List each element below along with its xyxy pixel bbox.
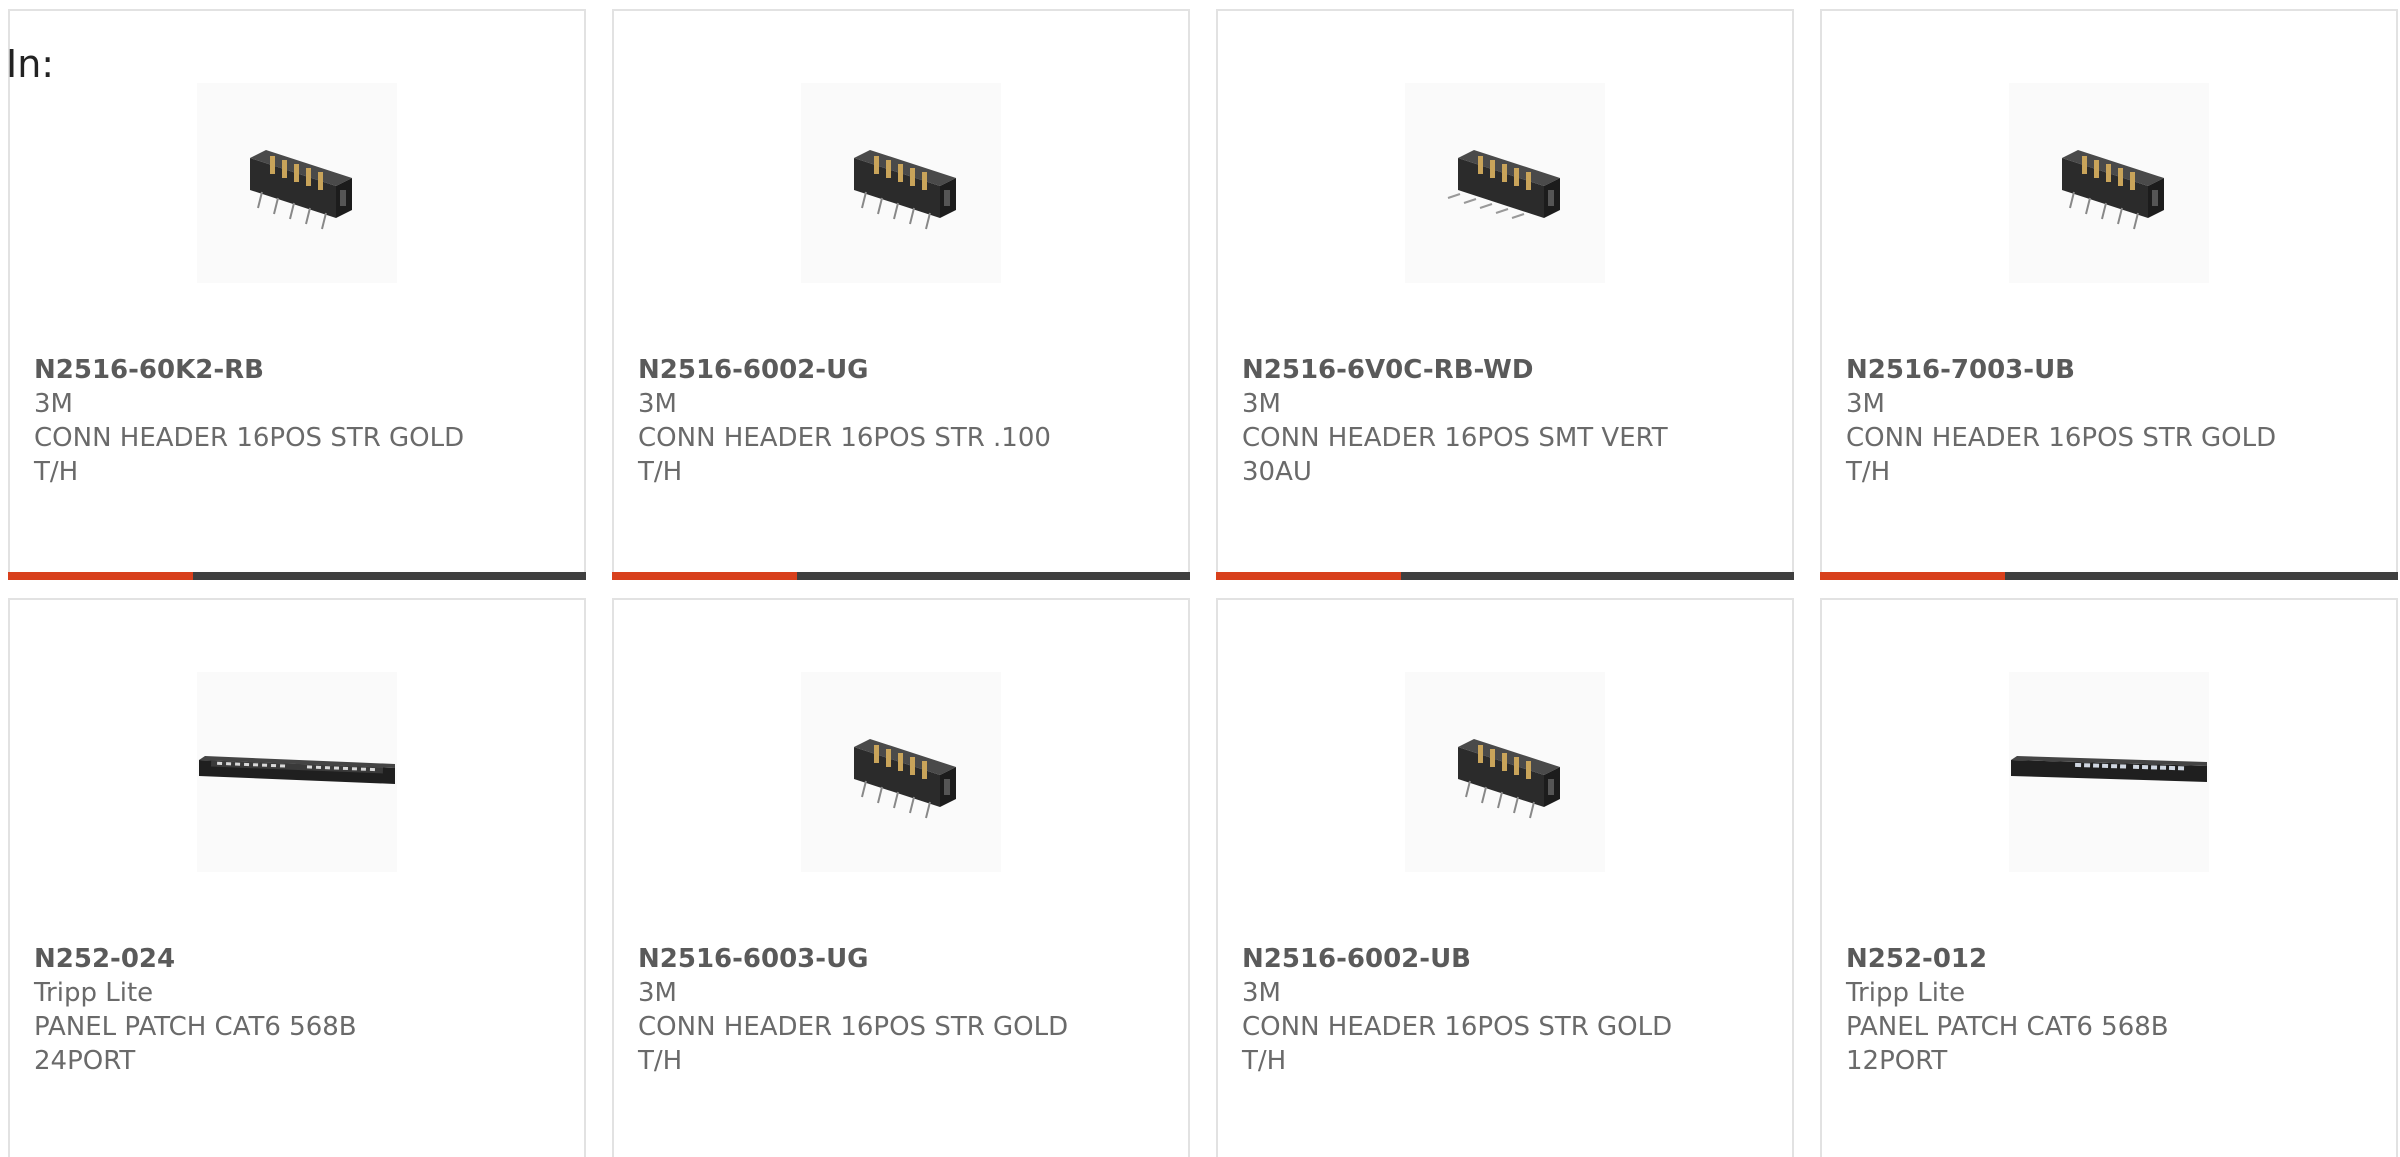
progress-fill bbox=[1820, 572, 2005, 580]
progress-bar bbox=[1820, 572, 2398, 580]
product-card[interactable]: N2516-6002-UG 3M CONN HEADER 16POS STR .… bbox=[612, 9, 1190, 580]
description-line-1: PANEL PATCH CAT6 568B bbox=[1846, 1012, 2169, 1042]
product-info: N2516-6003-UG 3M CONN HEADER 16POS STR G… bbox=[638, 942, 1138, 1078]
product-card[interactable]: N2516-6003-UG 3M CONN HEADER 16POS STR G… bbox=[612, 598, 1190, 1157]
manufacturer: 3M bbox=[1846, 389, 1885, 419]
manufacturer: 3M bbox=[1242, 389, 1281, 419]
product-card[interactable]: N2516-7003-UB 3M CONN HEADER 16POS STR G… bbox=[1820, 9, 2398, 580]
progress-bar bbox=[8, 572, 586, 580]
product-image[interactable] bbox=[2009, 672, 2209, 872]
description-line-2: 30AU bbox=[1242, 457, 1312, 487]
product-image[interactable] bbox=[1405, 672, 1605, 872]
progress-fill bbox=[612, 572, 797, 580]
patch-panel-icon bbox=[199, 756, 395, 784]
part-number[interactable]: N2516-7003-UB bbox=[1846, 353, 2346, 387]
product-info: N2516-6V0C-RB-WD 3M CONN HEADER 16POS SM… bbox=[1242, 353, 1742, 489]
part-number[interactable]: N2516-60K2-RB bbox=[34, 353, 534, 387]
description-line-1: CONN HEADER 16POS STR .100 bbox=[638, 423, 1051, 453]
patch-panel-icon bbox=[2011, 756, 2207, 782]
description-line-2: T/H bbox=[1846, 457, 1891, 487]
product-card[interactable]: N2516-60K2-RB 3M CONN HEADER 16POS STR G… bbox=[8, 9, 586, 580]
product-info: N2516-6002-UB 3M CONN HEADER 16POS STR G… bbox=[1242, 942, 1742, 1078]
manufacturer: 3M bbox=[638, 389, 677, 419]
manufacturer: 3M bbox=[34, 389, 73, 419]
product-info: N252-024 Tripp Lite PANEL PATCH CAT6 568… bbox=[34, 942, 534, 1078]
pin-header-icon bbox=[2062, 150, 2164, 230]
description-line-2: T/H bbox=[1242, 1046, 1287, 1076]
product-image[interactable] bbox=[197, 672, 397, 872]
product-info: N2516-60K2-RB 3M CONN HEADER 16POS STR G… bbox=[34, 353, 534, 489]
manufacturer: Tripp Lite bbox=[34, 978, 154, 1008]
part-number[interactable]: N2516-6002-UB bbox=[1242, 942, 1742, 976]
description-line-2: T/H bbox=[638, 457, 683, 487]
progress-bar bbox=[1216, 572, 1794, 580]
product-grid-page: In: N2516-60K2-RB 3M CONN HEADER 16POS S… bbox=[0, 0, 2400, 1157]
pin-header-icon bbox=[1458, 739, 1560, 819]
product-image[interactable] bbox=[801, 672, 1001, 872]
pin-header-icon bbox=[854, 150, 956, 230]
product-card[interactable]: N252-012 Tripp Lite PANEL PATCH CAT6 568… bbox=[1820, 598, 2398, 1157]
progress-fill bbox=[1216, 572, 1401, 580]
progress-bar bbox=[612, 572, 1190, 580]
product-card[interactable]: N252-024 Tripp Lite PANEL PATCH CAT6 568… bbox=[8, 598, 586, 1157]
filter-label: In: bbox=[6, 42, 55, 86]
part-number[interactable]: N2516-6V0C-RB-WD bbox=[1242, 353, 1742, 387]
manufacturer: Tripp Lite bbox=[1846, 978, 1966, 1008]
part-number[interactable]: N252-012 bbox=[1846, 942, 2346, 976]
product-image[interactable] bbox=[197, 83, 397, 283]
pin-header-icon bbox=[1447, 150, 1560, 219]
description-line-2: T/H bbox=[638, 1046, 683, 1076]
description-line-2: T/H bbox=[34, 457, 79, 487]
manufacturer: 3M bbox=[1242, 978, 1281, 1008]
product-info: N252-012 Tripp Lite PANEL PATCH CAT6 568… bbox=[1846, 942, 2346, 1078]
product-info: N2516-6002-UG 3M CONN HEADER 16POS STR .… bbox=[638, 353, 1138, 489]
product-info: N2516-7003-UB 3M CONN HEADER 16POS STR G… bbox=[1846, 353, 2346, 489]
part-number[interactable]: N252-024 bbox=[34, 942, 534, 976]
part-number[interactable]: N2516-6002-UG bbox=[638, 353, 1138, 387]
pin-header-icon bbox=[250, 150, 352, 230]
description-line-1: CONN HEADER 16POS STR GOLD bbox=[638, 1012, 1069, 1042]
progress-fill bbox=[8, 572, 193, 580]
description-line-1: PANEL PATCH CAT6 568B bbox=[34, 1012, 357, 1042]
product-image[interactable] bbox=[1405, 83, 1605, 283]
pin-header-icon bbox=[854, 739, 956, 819]
product-image[interactable] bbox=[801, 83, 1001, 283]
product-card[interactable]: N2516-6002-UB 3M CONN HEADER 16POS STR G… bbox=[1216, 598, 1794, 1157]
description-line-2: 24PORT bbox=[34, 1046, 136, 1076]
description-line-1: CONN HEADER 16POS SMT VERT bbox=[1242, 423, 1668, 453]
product-image[interactable] bbox=[2009, 83, 2209, 283]
description-line-1: CONN HEADER 16POS STR GOLD bbox=[34, 423, 465, 453]
description-line-2: 12PORT bbox=[1846, 1046, 1948, 1076]
part-number[interactable]: N2516-6003-UG bbox=[638, 942, 1138, 976]
manufacturer: 3M bbox=[638, 978, 677, 1008]
description-line-1: CONN HEADER 16POS STR GOLD bbox=[1242, 1012, 1673, 1042]
description-line-1: CONN HEADER 16POS STR GOLD bbox=[1846, 423, 2277, 453]
product-card[interactable]: N2516-6V0C-RB-WD 3M CONN HEADER 16POS SM… bbox=[1216, 9, 1794, 580]
